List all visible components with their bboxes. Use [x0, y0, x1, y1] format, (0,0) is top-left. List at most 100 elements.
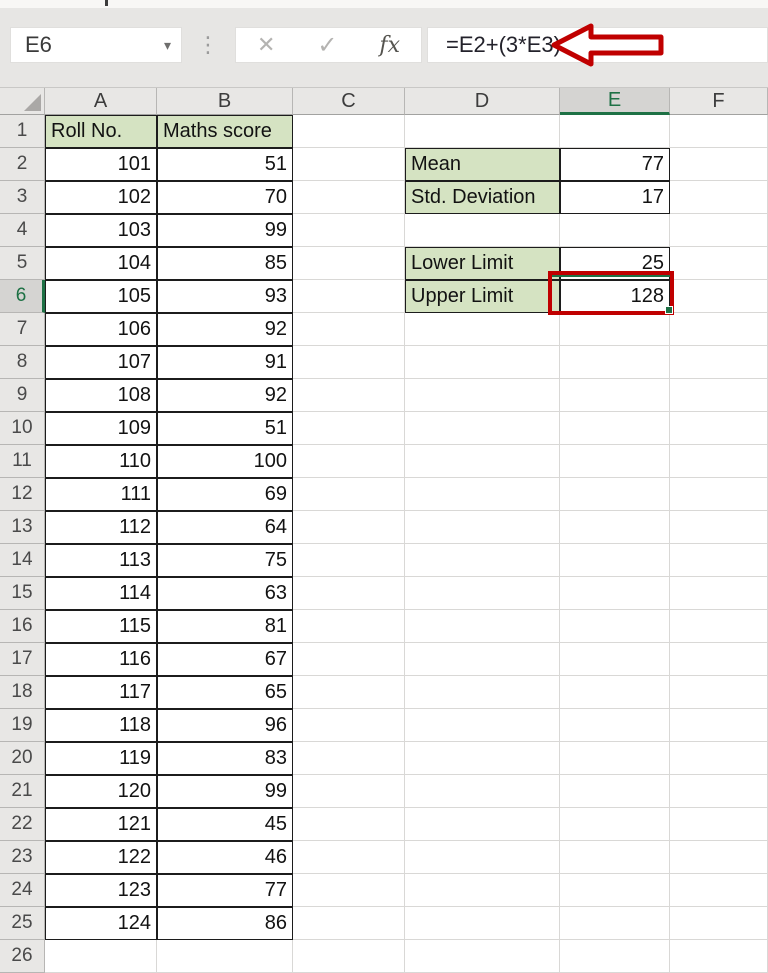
- cell-B10[interactable]: 51: [157, 412, 293, 445]
- cell-F19[interactable]: [670, 709, 768, 742]
- enter-icon[interactable]: ✓: [317, 31, 337, 60]
- cell-A26[interactable]: [45, 940, 157, 973]
- cell-A14[interactable]: 113: [45, 544, 157, 577]
- cell-E1[interactable]: [560, 115, 670, 148]
- cell-E10[interactable]: [560, 412, 670, 445]
- cancel-icon[interactable]: ✕: [257, 32, 275, 58]
- cell-E9[interactable]: [560, 379, 670, 412]
- cell-F16[interactable]: [670, 610, 768, 643]
- cell-C22[interactable]: [293, 808, 405, 841]
- cell-A15[interactable]: 114: [45, 577, 157, 610]
- cell-B19[interactable]: 96: [157, 709, 293, 742]
- cell-D16[interactable]: [405, 610, 560, 643]
- cell-C8[interactable]: [293, 346, 405, 379]
- cell-E8[interactable]: [560, 346, 670, 379]
- column-header-A[interactable]: A: [45, 88, 157, 115]
- cell-B8[interactable]: 91: [157, 346, 293, 379]
- cell-F22[interactable]: [670, 808, 768, 841]
- row-header-24[interactable]: 24: [0, 874, 45, 907]
- row-header-25[interactable]: 25: [0, 907, 45, 940]
- cell-D15[interactable]: [405, 577, 560, 610]
- cell-D18[interactable]: [405, 676, 560, 709]
- column-header-F[interactable]: F: [670, 88, 768, 115]
- cell-C23[interactable]: [293, 841, 405, 874]
- cell-B21[interactable]: 99: [157, 775, 293, 808]
- cell-C7[interactable]: [293, 313, 405, 346]
- cell-C14[interactable]: [293, 544, 405, 577]
- cell-E20[interactable]: [560, 742, 670, 775]
- cell-B11[interactable]: 100: [157, 445, 293, 478]
- cell-A5[interactable]: 104: [45, 247, 157, 280]
- cell-E5[interactable]: 25: [560, 247, 670, 280]
- cell-B1[interactable]: Maths score: [157, 115, 293, 148]
- cell-C4[interactable]: [293, 214, 405, 247]
- cell-B25[interactable]: 86: [157, 907, 293, 940]
- cell-F14[interactable]: [670, 544, 768, 577]
- cell-E14[interactable]: [560, 544, 670, 577]
- cell-E24[interactable]: [560, 874, 670, 907]
- cell-B12[interactable]: 69: [157, 478, 293, 511]
- row-header-5[interactable]: 5: [0, 247, 45, 280]
- cell-A3[interactable]: 102: [45, 181, 157, 214]
- cell-A8[interactable]: 107: [45, 346, 157, 379]
- cell-E3[interactable]: 17: [560, 181, 670, 214]
- cell-E25[interactable]: [560, 907, 670, 940]
- cell-D3[interactable]: Std. Deviation: [405, 181, 560, 214]
- cell-B14[interactable]: 75: [157, 544, 293, 577]
- cell-A18[interactable]: 117: [45, 676, 157, 709]
- cell-C25[interactable]: [293, 907, 405, 940]
- cell-C6[interactable]: [293, 280, 405, 313]
- column-header-C[interactable]: C: [293, 88, 405, 115]
- cell-B3[interactable]: 70: [157, 181, 293, 214]
- cell-C10[interactable]: [293, 412, 405, 445]
- cell-A17[interactable]: 116: [45, 643, 157, 676]
- cell-F1[interactable]: [670, 115, 768, 148]
- column-header-B[interactable]: B: [157, 88, 293, 115]
- cell-B26[interactable]: [157, 940, 293, 973]
- cell-D13[interactable]: [405, 511, 560, 544]
- cell-C9[interactable]: [293, 379, 405, 412]
- cell-E2[interactable]: 77: [560, 148, 670, 181]
- cell-B4[interactable]: 99: [157, 214, 293, 247]
- row-header-2[interactable]: 2: [0, 148, 45, 181]
- cell-C15[interactable]: [293, 577, 405, 610]
- row-header-10[interactable]: 10: [0, 412, 45, 445]
- cell-F17[interactable]: [670, 643, 768, 676]
- cell-E26[interactable]: [560, 940, 670, 973]
- cell-D9[interactable]: [405, 379, 560, 412]
- cell-F12[interactable]: [670, 478, 768, 511]
- name-box-dropdown-icon[interactable]: ▾: [164, 37, 181, 54]
- cell-E15[interactable]: [560, 577, 670, 610]
- cell-D25[interactable]: [405, 907, 560, 940]
- cell-B7[interactable]: 92: [157, 313, 293, 346]
- cell-E6[interactable]: 128: [560, 280, 670, 313]
- cell-A16[interactable]: 115: [45, 610, 157, 643]
- row-header-7[interactable]: 7: [0, 313, 45, 346]
- row-header-3[interactable]: 3: [0, 181, 45, 214]
- cell-C21[interactable]: [293, 775, 405, 808]
- cell-D11[interactable]: [405, 445, 560, 478]
- cell-D21[interactable]: [405, 775, 560, 808]
- cell-F2[interactable]: [670, 148, 768, 181]
- cell-A20[interactable]: 119: [45, 742, 157, 775]
- cell-A25[interactable]: 124: [45, 907, 157, 940]
- cell-C17[interactable]: [293, 643, 405, 676]
- row-header-4[interactable]: 4: [0, 214, 45, 247]
- cell-F26[interactable]: [670, 940, 768, 973]
- cell-F9[interactable]: [670, 379, 768, 412]
- cell-D22[interactable]: [405, 808, 560, 841]
- cell-D12[interactable]: [405, 478, 560, 511]
- cell-F15[interactable]: [670, 577, 768, 610]
- row-header-8[interactable]: 8: [0, 346, 45, 379]
- cell-A22[interactable]: 121: [45, 808, 157, 841]
- cell-C16[interactable]: [293, 610, 405, 643]
- row-header-13[interactable]: 13: [0, 511, 45, 544]
- cell-C24[interactable]: [293, 874, 405, 907]
- cell-D7[interactable]: [405, 313, 560, 346]
- row-header-23[interactable]: 23: [0, 841, 45, 874]
- cell-C11[interactable]: [293, 445, 405, 478]
- cell-E13[interactable]: [560, 511, 670, 544]
- cell-A2[interactable]: 101: [45, 148, 157, 181]
- cell-C26[interactable]: [293, 940, 405, 973]
- cell-B16[interactable]: 81: [157, 610, 293, 643]
